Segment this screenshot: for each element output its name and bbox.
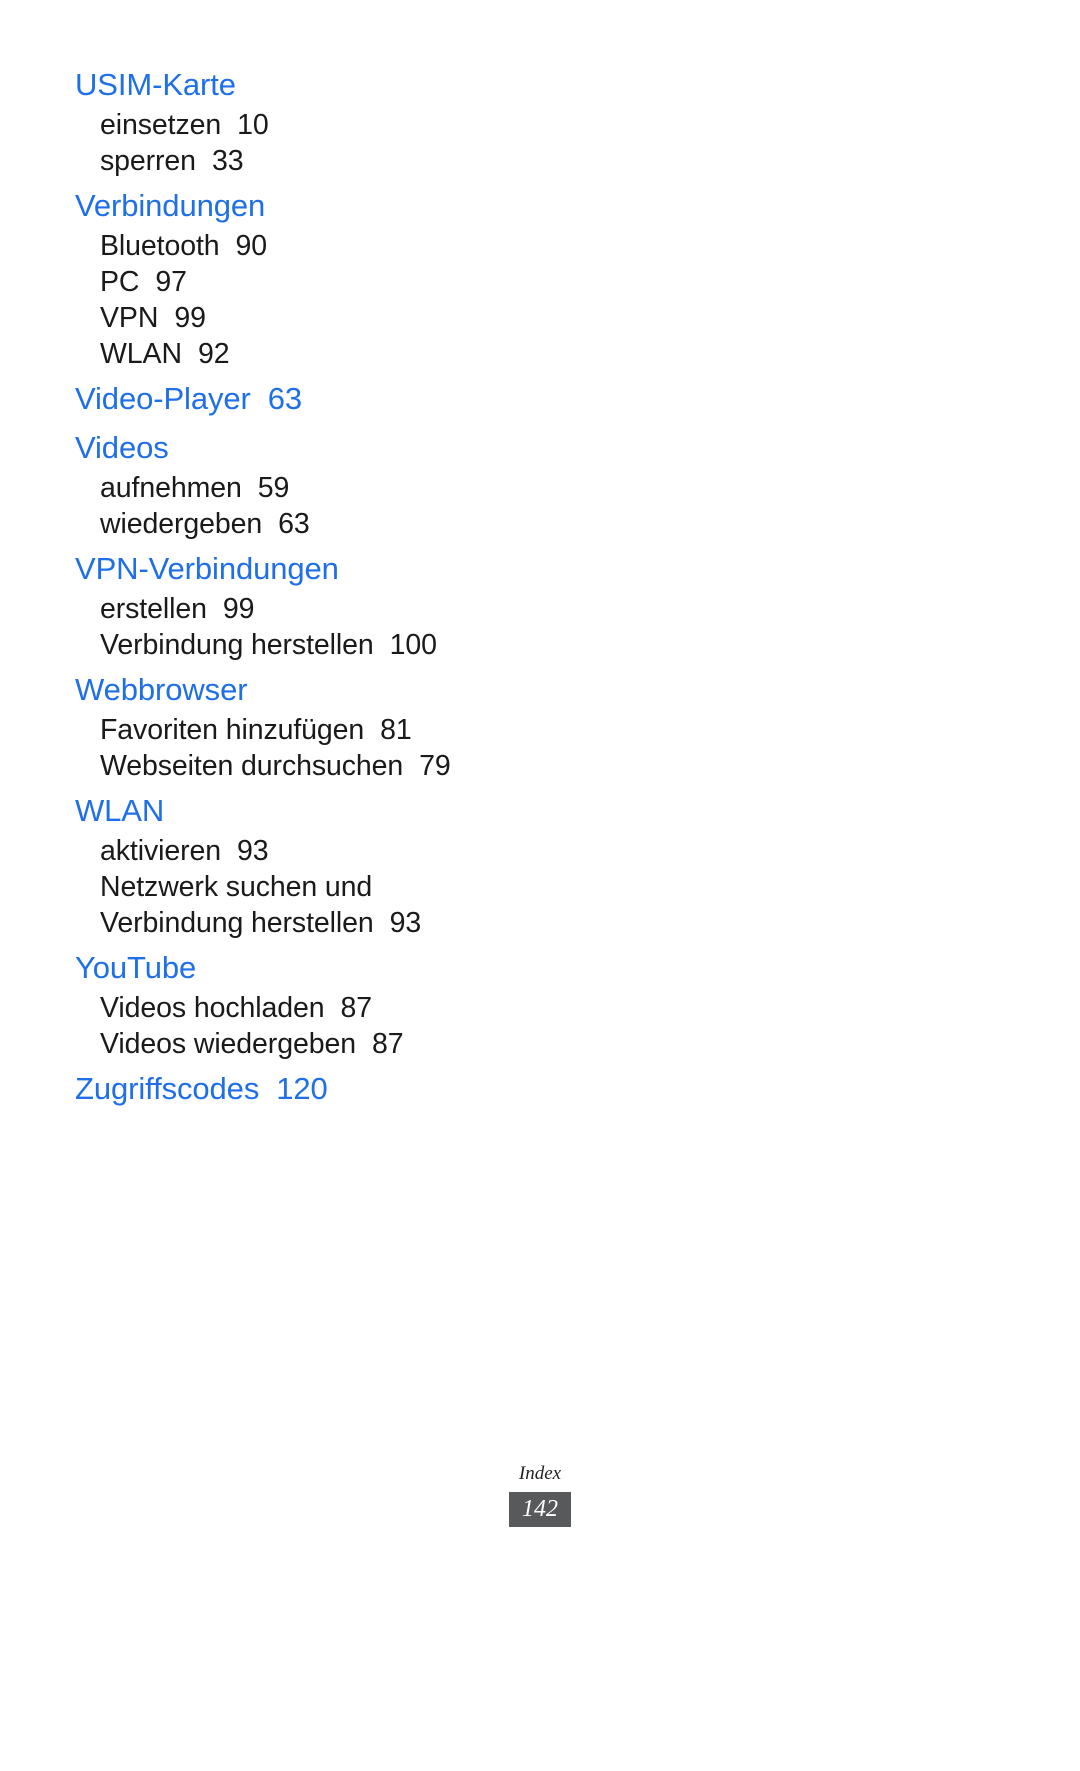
- index-entry-label: Netzwerk suchen und Verbindung herstelle…: [100, 871, 374, 939]
- index-group: USIM-Karte einsetzen 10 sperren 33: [75, 62, 635, 179]
- index-entry-list: Bluetooth 90 PC 97 VPN 99 WLAN 92: [75, 228, 635, 372]
- index-entry-list: aufnehmen 59 wiedergeben 63: [75, 470, 635, 542]
- index-group-heading[interactable]: Webbrowser: [75, 667, 635, 712]
- index-entry-page: 87: [371, 1028, 404, 1060]
- index-group-heading-label: Webbrowser: [75, 672, 248, 707]
- index-entry-label: aktivieren: [100, 835, 221, 867]
- index-entry-page: 100: [389, 629, 437, 661]
- index-entry[interactable]: Verbindung herstellen 100: [75, 627, 635, 663]
- index-entry[interactable]: PC 97: [75, 264, 635, 300]
- index-entry-list: Favoriten hinzufügen 81 Webseiten durchsuc…: [75, 712, 635, 784]
- index-group-heading[interactable]: Video-Player 63: [75, 376, 635, 421]
- index-entry-page: 90: [235, 230, 268, 262]
- index-group-heading-label: Zugriffscodes: [75, 1071, 260, 1106]
- index-entry-list: einsetzen 10 sperren 33: [75, 107, 635, 179]
- index-entry[interactable]: aufnehmen 59: [75, 470, 635, 506]
- index-entry[interactable]: Favoriten hinzufügen 81: [75, 712, 635, 748]
- index-group: VPN-Verbindungen erstellen 99 Verbindung he…: [75, 546, 635, 663]
- index-group-heading-page: 63: [267, 381, 303, 416]
- index-entry[interactable]: sperren 33: [75, 143, 635, 179]
- index-entry[interactable]: Videos hochladen 87: [75, 990, 635, 1026]
- index-group: Webbrowser Favoriten hinzufügen 81 Webseite…: [75, 667, 635, 784]
- index-entry-page: 99: [174, 302, 206, 334]
- index-group-heading-label: WLAN: [75, 793, 165, 828]
- index-entry-label: sperren: [100, 145, 196, 177]
- index-group: Videos aufnehmen 59 wiedergeben 63: [75, 425, 635, 542]
- index-entry[interactable]: Webseiten durchsuchen 79: [75, 748, 635, 784]
- index-entry-label: einsetzen: [100, 109, 222, 141]
- index-group-heading-label: YouTube: [75, 950, 197, 985]
- index-group: YouTube Videos hochladen 87 Videos wiederge…: [75, 945, 635, 1062]
- index-entry-page: 10: [237, 109, 269, 141]
- index-group-heading-page: 120: [276, 1071, 328, 1106]
- index-group-heading[interactable]: VPN-Verbindungen: [75, 546, 635, 591]
- index-entry[interactable]: aktivieren 93: [75, 833, 635, 869]
- index-entry-label: Verbindung herstellen: [100, 629, 374, 661]
- index-group: Verbindungen Bluetooth 90 PC 97 VPN 99 WLAN 92: [75, 183, 635, 372]
- index-entry-page: 79: [419, 750, 451, 782]
- index-entry-page: 63: [278, 508, 310, 540]
- index-entry-page: 93: [236, 835, 269, 867]
- index-page: USIM-Karte einsetzen 10 sperren 33 Verbindung…: [0, 0, 1080, 1771]
- index-entry-page: 81: [380, 714, 412, 746]
- index-entry-label: Favoriten hinzufügen: [100, 714, 365, 746]
- footer-section-label: Index: [518, 1463, 562, 1484]
- index-entry-label: Videos hochladen: [100, 992, 325, 1024]
- index-entry-page: 97: [155, 266, 187, 298]
- index-group-heading[interactable]: WLAN: [75, 788, 635, 833]
- index-entry-page: 33: [211, 145, 244, 177]
- index-group-heading[interactable]: Zugriffscodes 120: [75, 1066, 635, 1111]
- index-entry[interactable]: einsetzen 10: [75, 107, 635, 143]
- index-group: Zugriffscodes 120: [75, 1066, 635, 1111]
- index-group: Video-Player 63: [75, 376, 635, 421]
- index-entry-list: erstellen 99 Verbindung herstellen 100: [75, 591, 635, 663]
- index-entry[interactable]: Netzwerk suchen und Verbindung herstelle…: [75, 869, 500, 941]
- index-group-heading[interactable]: USIM-Karte: [75, 62, 635, 107]
- index-list: USIM-Karte einsetzen 10 sperren 33 Verbindung…: [75, 62, 635, 1115]
- index-entry-label: aufnehmen: [100, 472, 242, 504]
- index-group-heading-label: USIM-Karte: [75, 67, 236, 102]
- index-entry-label: VPN: [100, 302, 159, 334]
- page-number-badge: 142: [509, 1492, 571, 1527]
- index-entry-label: Webseiten durchsuchen: [100, 750, 404, 782]
- index-entry[interactable]: WLAN 92: [75, 336, 635, 372]
- index-group-heading-label: Verbindungen: [75, 188, 266, 223]
- index-group-heading[interactable]: YouTube: [75, 945, 635, 990]
- index-entry-label: PC: [100, 266, 140, 298]
- index-entry[interactable]: erstellen 99: [75, 591, 635, 627]
- index-entry-label: WLAN: [100, 338, 182, 370]
- index-entry-list: aktivieren 93 Netzwerk suchen und Verbindu…: [75, 833, 635, 941]
- index-entry[interactable]: Videos wiedergeben 87: [75, 1026, 635, 1062]
- index-entry-page: 59: [257, 472, 290, 504]
- index-entry[interactable]: wiedergeben 63: [75, 506, 635, 542]
- index-entry-label: Videos wiedergeben: [100, 1028, 356, 1060]
- index-entry[interactable]: VPN 99: [75, 300, 635, 336]
- index-entry-page: 93: [389, 907, 422, 939]
- index-entry[interactable]: Bluetooth 90: [75, 228, 635, 264]
- index-group-heading[interactable]: Videos: [75, 425, 635, 470]
- index-entry-page: 92: [197, 338, 230, 370]
- index-group-heading-label: Videos: [75, 430, 169, 465]
- index-group-heading[interactable]: Verbindungen: [75, 183, 635, 228]
- index-entry-label: erstellen: [100, 593, 207, 625]
- index-entry-label: wiedergeben: [100, 508, 263, 540]
- index-entry-label: Bluetooth: [100, 230, 220, 262]
- index-group: WLAN aktivieren 93 Netzwerk suchen und Verb…: [75, 788, 635, 941]
- index-entry-page: 87: [340, 992, 372, 1024]
- index-group-heading-label: Video-Player: [75, 381, 251, 416]
- page-footer: Index 142: [0, 1462, 1080, 1527]
- index-entry-page: 99: [222, 593, 255, 625]
- index-entry-list: Videos hochladen 87 Videos wiedergeben 87: [75, 990, 635, 1062]
- index-group-heading-label: VPN-Verbindungen: [75, 551, 339, 586]
